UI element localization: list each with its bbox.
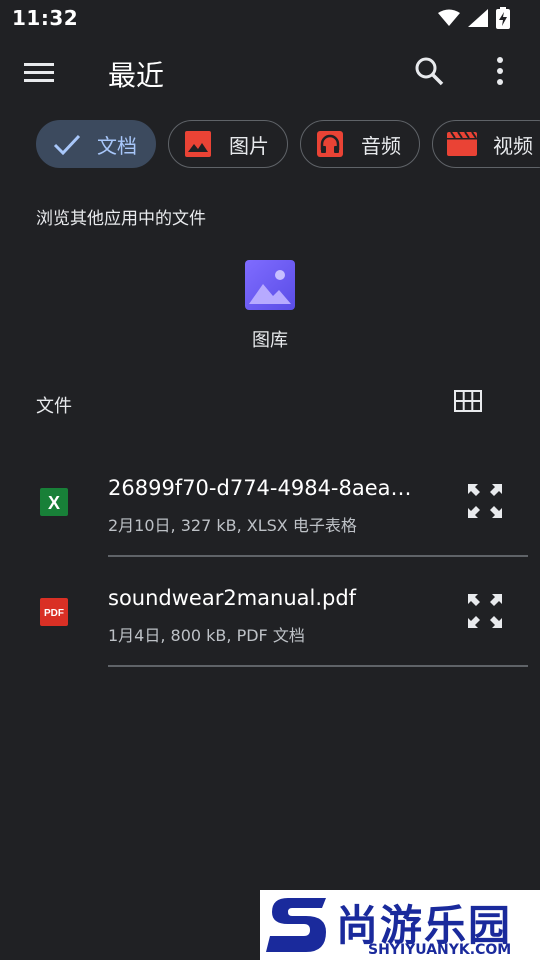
file-meta: 1月4日, 800 kB, PDF 文档 xyxy=(108,626,305,645)
gallery-icon xyxy=(245,260,295,310)
app-bar: 最近 xyxy=(0,44,540,100)
search-button[interactable] xyxy=(414,56,448,90)
browse-section-title: 浏览其他应用中的文件 xyxy=(36,209,206,229)
expand-icon xyxy=(468,484,502,518)
file-row[interactable]: PDF soundwear2manual.pdf 1月4日, 800 kB, P… xyxy=(0,560,540,670)
search-icon xyxy=(415,57,444,86)
chip-label: 图片 xyxy=(229,133,269,158)
chip-label: 视频 xyxy=(493,133,533,158)
expand-icon xyxy=(468,594,502,628)
gallery-app[interactable]: 图库 xyxy=(230,258,310,353)
video-icon xyxy=(447,132,477,156)
grid-view-toggle[interactable] xyxy=(454,390,484,416)
divider xyxy=(108,555,528,557)
grid-view-icon xyxy=(454,390,482,412)
watermark: 尚游乐园 SHYIYUANYK.COM xyxy=(260,890,540,960)
signal-icon xyxy=(468,9,488,27)
svg-text:X: X xyxy=(48,493,60,513)
file-name: soundwear2manual.pdf xyxy=(108,586,357,610)
status-icons xyxy=(438,7,510,29)
filter-chips: 文档 图片 音频 视频 xyxy=(36,120,540,168)
chip-images[interactable]: 图片 xyxy=(168,120,288,168)
menu-icon xyxy=(24,63,54,82)
headphones-icon xyxy=(317,131,343,157)
more-options-button[interactable] xyxy=(488,56,512,90)
watermark-url: SHYIYUANYK.COM xyxy=(368,942,512,958)
image-icon xyxy=(185,131,211,157)
status-time: 11:32 xyxy=(12,6,79,30)
menu-button[interactable] xyxy=(24,56,60,88)
chip-documents[interactable]: 文档 xyxy=(36,120,156,168)
watermark-logo-icon xyxy=(266,898,326,952)
chip-label: 音频 xyxy=(361,133,401,158)
more-vert-icon xyxy=(497,57,503,85)
svg-text:PDF: PDF xyxy=(44,608,64,619)
file-name: 26899f70-d774-4984-8aea-... xyxy=(108,476,418,500)
preview-button[interactable] xyxy=(466,482,504,520)
chip-audio[interactable]: 音频 xyxy=(300,120,420,168)
battery-charging-icon xyxy=(496,7,510,29)
gallery-label: 图库 xyxy=(252,330,288,351)
file-row[interactable]: X 26899f70-d774-4984-8aea-... 2月10日, 327… xyxy=(0,450,540,560)
chip-label: 文档 xyxy=(97,133,137,158)
page-title: 最近 xyxy=(108,59,165,92)
preview-button[interactable] xyxy=(466,592,504,630)
check-icon xyxy=(53,133,81,155)
chip-videos[interactable]: 视频 xyxy=(432,120,540,168)
xlsx-icon: X xyxy=(40,488,68,516)
files-section-title: 文件 xyxy=(36,396,72,417)
divider xyxy=(108,665,528,667)
status-bar: 11:32 xyxy=(0,0,540,36)
file-meta: 2月10日, 327 kB, XLSX 电子表格 xyxy=(108,516,357,535)
wifi-icon xyxy=(438,9,460,26)
pdf-icon: PDF xyxy=(40,598,68,626)
